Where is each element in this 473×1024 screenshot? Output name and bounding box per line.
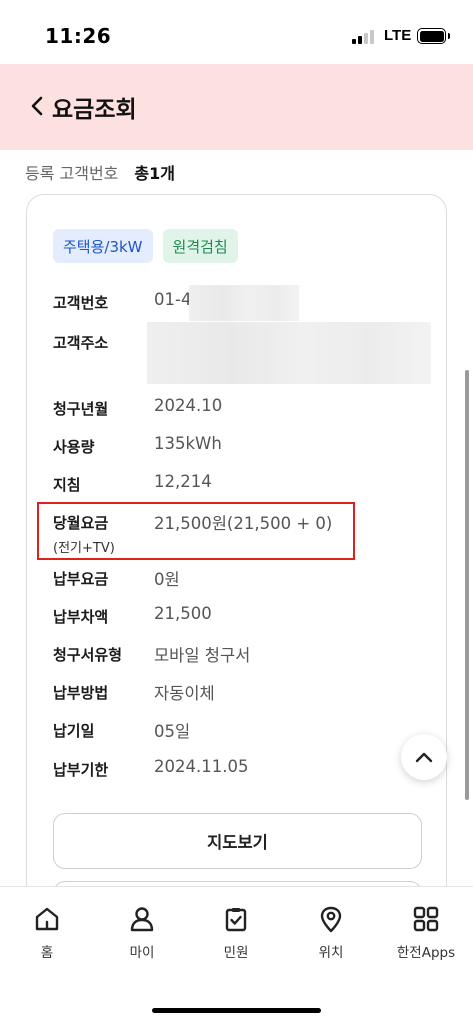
pay-method-label: 납부방법 (53, 684, 109, 702)
address-label: 고객주소 (53, 334, 109, 352)
due-date-value: 2024.11.05 (154, 757, 249, 776)
scrollbar[interactable] (465, 370, 469, 800)
scroll-top-button[interactable] (401, 734, 447, 780)
remote-meter-badge: 원격검침 (162, 229, 238, 263)
nav-complaint[interactable]: 민원 (196, 905, 276, 961)
nav-home[interactable]: 홈 (7, 905, 87, 961)
paid-label: 납부요금 (53, 570, 109, 588)
billing-month-label: 청구년월 (53, 400, 109, 418)
home-icon (35, 907, 59, 931)
pay-day-label: 납기일 (53, 722, 95, 740)
paid-value: 0원 (154, 570, 180, 589)
meter-label: 지침 (53, 476, 81, 494)
meter-value: 12,214 (154, 472, 212, 491)
nav-apps-label: 한전Apps (396, 945, 456, 961)
nav-apps[interactable]: 한전Apps (386, 905, 466, 961)
pay-method-value: 자동이체 (154, 684, 215, 703)
usage-label: 사용량 (53, 438, 95, 456)
network-type: LTE (384, 27, 412, 44)
bill-card: 주택용/3kW 원격검침 고객번호 01-4 고객주소 청구년월 2024.10… (26, 194, 447, 937)
customer-no-value: 01-4 (154, 290, 192, 309)
balance-value: 21,500 (154, 604, 212, 623)
contract-type-badge: 주택용/3kW (53, 229, 153, 263)
bill-type-value: 모바일 청구서 (154, 646, 251, 665)
nav-location-label: 위치 (318, 945, 344, 961)
status-time: 11:26 (45, 24, 112, 48)
nav-home-label: 홈 (40, 945, 54, 961)
count-label: 등록 고객번호 (25, 164, 119, 183)
count-value: 총1개 (134, 164, 175, 183)
nav-complaint-label: 민원 (223, 945, 249, 961)
customer-count-row: 등록 고객번호 총1개 (25, 160, 175, 184)
nav-my-label: 마이 (129, 945, 155, 961)
badge-row: 주택용/3kW 원격검침 (53, 229, 238, 263)
nav-my[interactable]: 마이 (102, 905, 182, 961)
clipboard-check-icon (225, 908, 247, 932)
chevron-up-icon (415, 752, 433, 763)
billing-month-value: 2024.10 (154, 396, 223, 415)
bottom-nav: 홈 마이 민원 위치 한전Apps (0, 886, 473, 1024)
balance-label: 납부차액 (53, 608, 109, 626)
customer-no-label: 고객번호 (53, 294, 109, 312)
signal-icon (352, 30, 378, 44)
apps-grid-icon (413, 906, 439, 932)
person-icon (130, 907, 154, 932)
location-pin-icon (320, 906, 342, 933)
masked-customer-no (189, 285, 299, 321)
page-title: 요금조회 (52, 97, 137, 123)
nav-location[interactable]: 위치 (291, 905, 371, 961)
battery-icon (417, 28, 450, 44)
pay-day-value: 05일 (154, 722, 191, 741)
usage-value: 135kWh (154, 434, 222, 453)
bill-type-label: 청구서유형 (53, 646, 123, 664)
due-date-label: 납부기한 (53, 761, 109, 779)
status-bar: 11:26 LTE (0, 0, 473, 64)
page-header: 요금조회 (0, 64, 473, 150)
highlight-box (37, 502, 355, 560)
map-view-button[interactable]: 지도보기 (53, 813, 422, 869)
home-indicator (152, 1008, 321, 1013)
back-arrow-icon[interactable] (28, 94, 48, 118)
masked-address (147, 322, 431, 384)
